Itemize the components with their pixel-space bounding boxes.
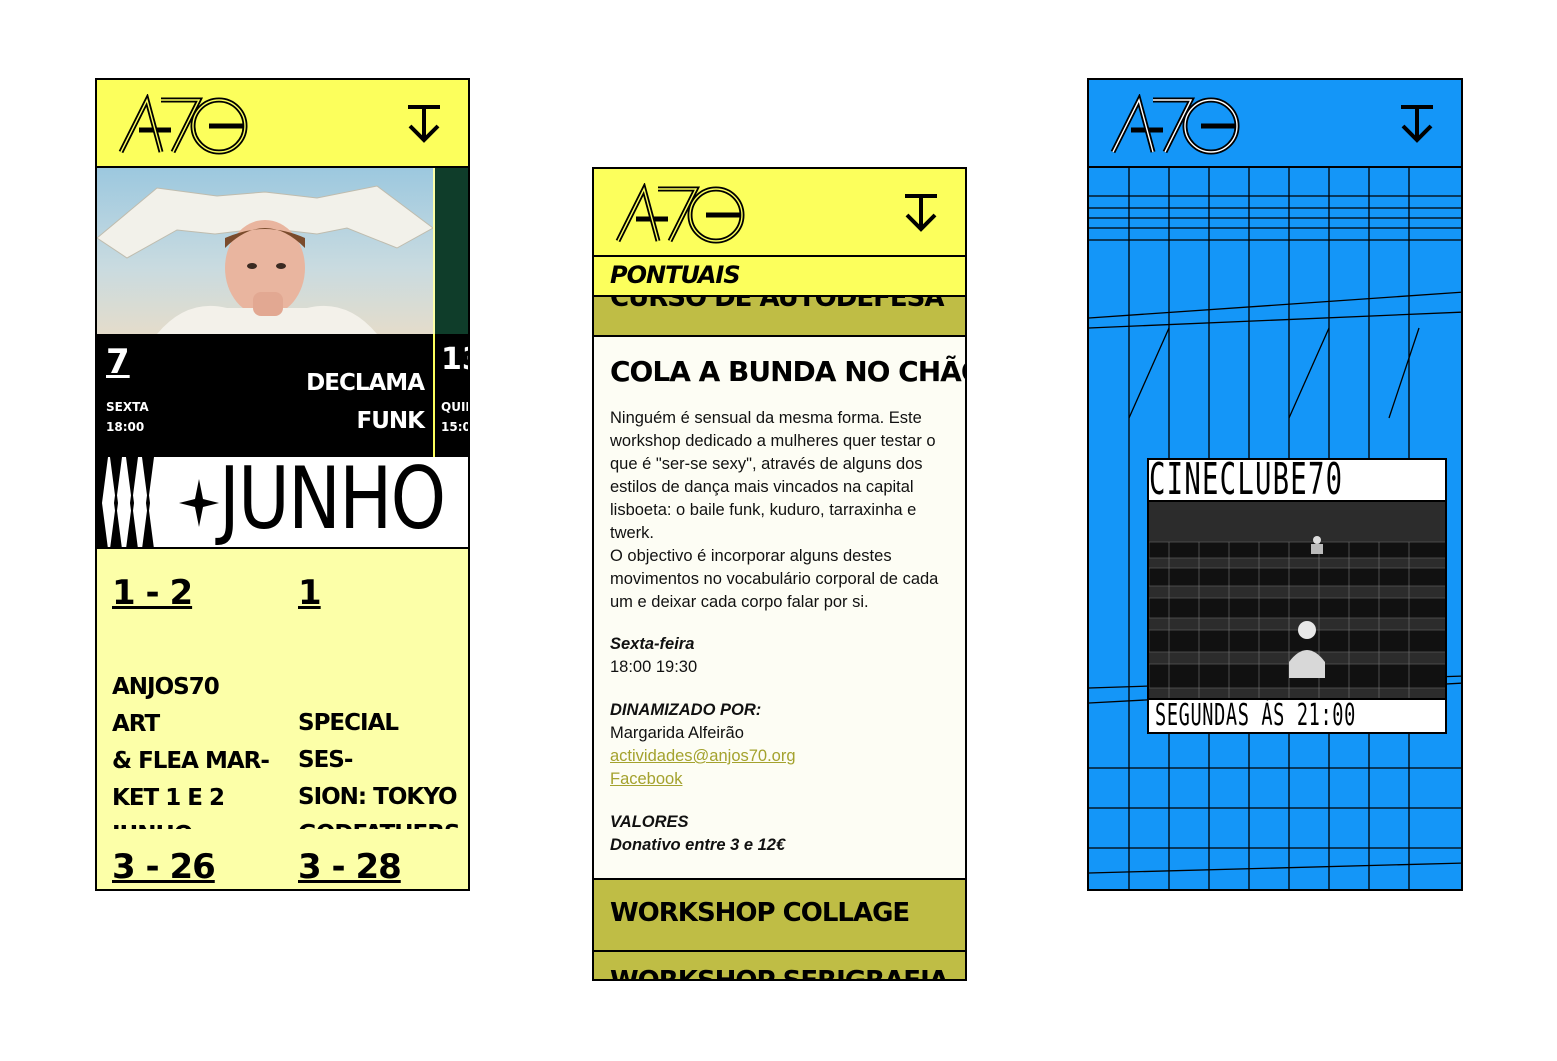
- event-date: 3 - 28: [298, 847, 402, 887]
- accordion-item[interactable]: WORKSHOP SERIGRAFIA: [594, 952, 965, 981]
- event-title-line1: DECLAMA: [306, 370, 425, 396]
- host-label: DINAMIZADO POR:: [610, 701, 762, 719]
- event-day: 7: [106, 342, 130, 382]
- event-cell[interactable]: 3 - 28: [283, 829, 468, 889]
- event-title-line: ANJOS70 ART: [112, 674, 220, 737]
- header: [1089, 80, 1461, 168]
- workshop-title: COLA A BUNDA NO CHÃO: [610, 355, 967, 388]
- section-title: PONTUAIS: [610, 261, 741, 289]
- nun-hat-photo: [97, 185, 433, 334]
- star-icon: [179, 479, 219, 527]
- event-weekday: SEXTA: [106, 400, 149, 414]
- month-banner: JUNHO: [97, 457, 468, 549]
- facebook-link[interactable]: Facebook: [610, 768, 955, 791]
- cinema-seats-photo: [1147, 502, 1447, 698]
- host-block: DINAMIZADO POR: Margarida Alfeirão activ…: [610, 699, 955, 791]
- poster-title-strip: CINECLUBE70: [1147, 458, 1447, 502]
- poster-title: CINECLUBE70: [1149, 458, 1344, 502]
- event-title-line: SPECIAL SES-: [298, 710, 399, 773]
- event-date: 1: [298, 573, 322, 613]
- event-title-line: KET 1 E 2: [112, 785, 225, 811]
- accordion-title: WORKSHOP COLLAGE: [610, 898, 910, 928]
- event-time: 18:00: [106, 420, 145, 434]
- card-divider: [433, 334, 435, 457]
- schedule-block: Sexta-feira 18:00 19:30: [610, 633, 955, 679]
- event-cell[interactable]: 1 SPECIAL SES- SION: TOKYO GODFATHERS: [283, 549, 468, 847]
- next-event-time: 15:00: [441, 420, 468, 434]
- phone-cineclube: CINECLUBE70 SEGUNDAS ÀS 21:00: [1087, 78, 1463, 891]
- accordion-item[interactable]: CURSO DE AUTODEFESA: [594, 297, 965, 337]
- header: [97, 80, 468, 168]
- email-link[interactable]: actividades@anjos70.org: [610, 745, 955, 768]
- zigzag-ornament-icon: [97, 457, 155, 547]
- poster-schedule-strip: SEGUNDAS ÀS 21:00: [1147, 698, 1447, 734]
- description-paragraph: Ninguém é sensual da mesma forma. Este w…: [610, 409, 936, 542]
- description-paragraph: O objectivo é incorporar alguns destes m…: [610, 547, 939, 611]
- arrow-down-bar-icon[interactable]: [406, 104, 442, 144]
- header: [594, 169, 965, 257]
- price-value: Donativo entre 3 e 12€: [610, 836, 786, 854]
- poster-schedule: SEGUNDAS ÀS 21:00: [1155, 698, 1356, 733]
- arrow-down-bar-icon[interactable]: [1399, 104, 1435, 144]
- price-block: VALORES Donativo entre 3 e 12€: [610, 811, 955, 857]
- arrow-down-bar-icon[interactable]: [903, 193, 939, 233]
- event-date: 3 - 26: [112, 847, 216, 887]
- phone-agenda: 7 SEXTA 18:00 DECLAMA FUNK 13 QUINT 15:0…: [95, 78, 470, 891]
- accordion-title: CURSO DE AUTODEFESA: [610, 297, 944, 313]
- cineclube-poster[interactable]: CINECLUBE70 SEGUNDAS ÀS 21:00: [1147, 458, 1447, 756]
- logo-icon[interactable]: [614, 183, 746, 245]
- event-title-line: SION: TOKYO: [298, 784, 458, 810]
- next-event-day: 13: [441, 342, 468, 377]
- schedule-time: 18:00 19:30: [610, 658, 698, 676]
- next-event-weekday: QUINT: [441, 400, 468, 414]
- phone-workshops: PONTUAIS CURSO DE AUTODEFESA COLA A BUND…: [592, 167, 967, 981]
- price-label: VALORES: [610, 813, 689, 831]
- workshop-description: Ninguém é sensual da mesma forma. Este w…: [610, 407, 955, 614]
- logo-icon[interactable]: [117, 94, 249, 156]
- schedule-label: Sexta-feira: [610, 635, 695, 653]
- event-cell[interactable]: 1 - 2 ANJOS70 ART & FLEA MAR- KET 1 E 2 …: [97, 549, 285, 848]
- event-title-line: & FLEA MAR-: [112, 748, 270, 774]
- event-date: 1 - 2: [112, 573, 193, 613]
- month-label: JUNHO: [219, 457, 446, 549]
- accordion-title: WORKSHOP SERIGRAFIA: [610, 966, 949, 981]
- event-title-line2: FUNK: [356, 408, 425, 434]
- section-title-bar: PONTUAIS: [594, 257, 965, 297]
- accordion-item[interactable]: WORKSHOP COLLAGE: [594, 880, 965, 952]
- host-name: Margarida Alfeirão: [610, 724, 744, 742]
- featured-event-image[interactable]: [97, 168, 433, 334]
- accordion-panel-open: COLA A BUNDA NO CHÃO Ninguém é sensual d…: [594, 337, 965, 880]
- next-event-image[interactable]: [435, 168, 468, 334]
- event-cell[interactable]: 3 - 26: [97, 829, 285, 889]
- featured-event-card[interactable]: 7 SEXTA 18:00 DECLAMA FUNK 13 QUINT 15:0…: [97, 334, 468, 457]
- logo-icon[interactable]: [1109, 94, 1241, 156]
- event-title: ANJOS70 ART & FLEA MAR- KET 1 E 2 JUNHO: [112, 669, 272, 854]
